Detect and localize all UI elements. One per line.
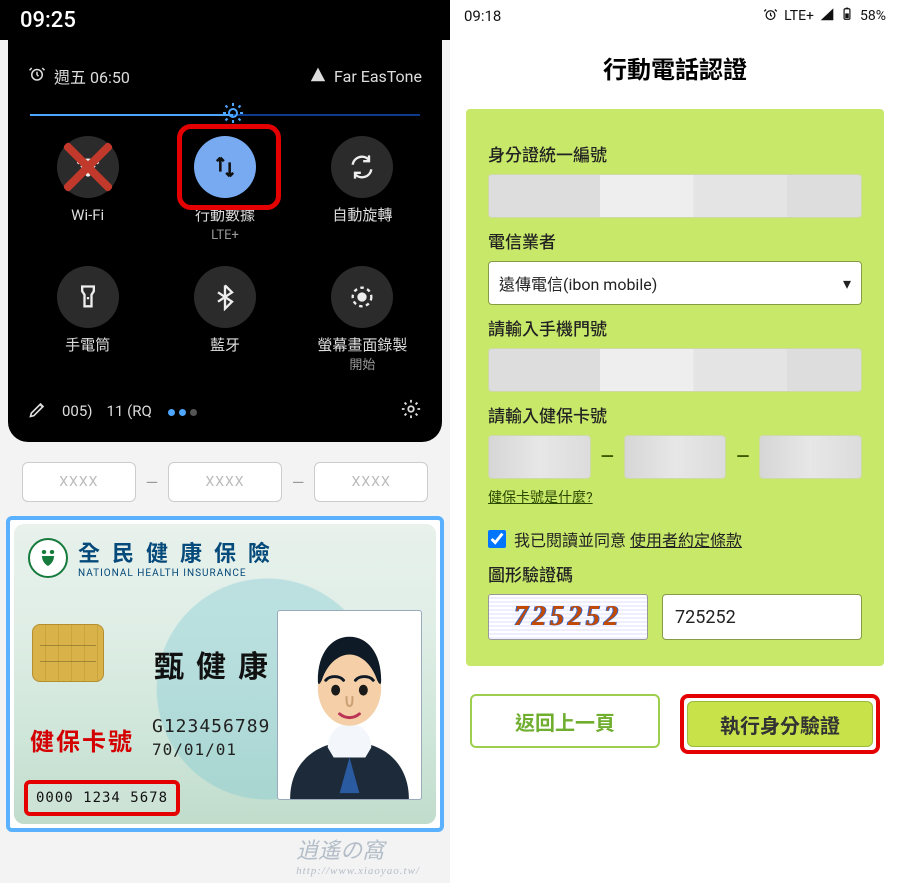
carrier-value: 遠傳電信(ibon mobile) — [499, 271, 657, 295]
nhi-input-2[interactable] — [624, 435, 727, 479]
terms-link[interactable]: 使用者約定條款 — [630, 531, 742, 550]
card-holder-name: 甄健康 — [154, 642, 280, 686]
captcha-input[interactable]: 725252 — [662, 594, 862, 640]
alarm-indicator[interactable]: 週五 06:50 — [28, 64, 130, 88]
page-dots[interactable] — [166, 402, 199, 420]
bluetooth-icon — [194, 266, 256, 328]
carrier-select[interactable]: 遠傳電信(ibon mobile) ▾ — [488, 261, 862, 305]
quick-settings-panel[interactable]: 週五 06:50 Far EasTone — [8, 40, 442, 442]
id-input[interactable] — [488, 174, 862, 218]
verification-form: 身分證統一編號 電信業者 遠傳電信(ibon mobile) ▾ 請輸入手機門號… — [466, 109, 884, 666]
status-battery: 58% — [860, 8, 886, 24]
label-nhi: 請輸入健保卡號 — [488, 402, 862, 427]
nhi-card-illustration: 全民健康保險 NATIONAL HEALTH INSURANCE 甄健康 G12… — [6, 516, 444, 832]
tile-mobile-data[interactable]: 行動數據 LTE+ — [159, 136, 290, 244]
status-bar: 09:25 — [0, 0, 450, 40]
brightness-icon — [221, 101, 245, 125]
mobile-data-icon — [194, 136, 256, 198]
tile-bluetooth[interactable]: 藍牙 — [159, 266, 290, 374]
wifi-icon — [57, 136, 119, 198]
card-photo — [277, 610, 422, 800]
tile-screen-record[interactable]: 螢幕畫面錄製 開始 — [297, 266, 428, 374]
nhi-hint-link[interactable]: 健保卡號是什麼? — [488, 487, 862, 507]
status-time: 09:25 — [20, 8, 76, 33]
alarm-icon — [28, 65, 46, 87]
alarm-icon — [763, 7, 778, 26]
tile-wifi[interactable]: Wi-Fi — [22, 136, 153, 244]
back-button[interactable]: 返回上一頁 — [470, 694, 660, 748]
card-id-number: G123456789 — [152, 716, 270, 737]
phone-input[interactable] — [488, 348, 862, 392]
status-net: LTE+ — [784, 8, 814, 24]
auto-rotate-icon — [331, 136, 393, 198]
captcha-image[interactable]: 725252 — [488, 594, 648, 640]
chip-icon — [32, 624, 104, 682]
screen-record-icon — [331, 266, 393, 328]
gear-icon[interactable] — [400, 398, 422, 424]
alarm-text: 週五 06:50 — [54, 64, 130, 88]
card-dob: 70/01/01 — [152, 740, 237, 759]
nhi-input-3[interactable] — [759, 435, 862, 479]
label-carrier: 電信業者 — [488, 228, 862, 253]
status-bar: 09:18 LTE+ 58% — [450, 0, 900, 32]
agree-checkbox[interactable] — [488, 530, 506, 548]
chevron-down-icon: ▾ — [843, 274, 851, 293]
background-fields: XXXX — XXXX — XXXX — [0, 442, 450, 512]
signal-icon — [820, 7, 834, 25]
card-serial-highlight: 0000 1234 5678 — [24, 780, 180, 816]
tile-flashlight[interactable]: 手電筒 — [22, 266, 153, 374]
battery-icon — [840, 7, 854, 25]
annotation-label: 健保卡號 — [30, 722, 134, 757]
page-title: 行動電話認證 — [450, 32, 900, 103]
label-phone: 請輸入手機門號 — [488, 315, 862, 340]
carrier-name: Far EasTone — [334, 67, 422, 86]
tile-auto-rotate[interactable]: 自動旋轉 — [297, 136, 428, 244]
signal-icon — [310, 66, 326, 86]
brightness-slider[interactable] — [22, 100, 428, 126]
nhi-logo-icon — [28, 538, 68, 578]
build-text-a: 005) — [62, 402, 93, 420]
agree-text: 我已閱讀並同意 — [514, 531, 626, 550]
status-time: 09:18 — [464, 7, 501, 25]
nhi-input-1[interactable] — [488, 435, 591, 479]
flashlight-icon — [57, 266, 119, 328]
carrier-indicator: Far EasTone — [310, 66, 422, 86]
label-id: 身分證統一編號 — [488, 141, 862, 166]
submit-button[interactable]: 執行身分驗證 — [687, 701, 873, 747]
card-title-en: NATIONAL HEALTH INSURANCE — [78, 568, 282, 579]
watermark: 逍遙の窩http://www.xiaoyao.tw/ — [296, 833, 420, 877]
build-text-b: 11 (RQ — [107, 402, 152, 420]
annotation-red-box: 執行身分驗證 — [680, 694, 880, 754]
label-captcha: 圖形驗證碼 — [488, 561, 862, 586]
edit-icon[interactable] — [28, 399, 48, 423]
card-title-zh: 全民健康保險 — [78, 536, 282, 568]
